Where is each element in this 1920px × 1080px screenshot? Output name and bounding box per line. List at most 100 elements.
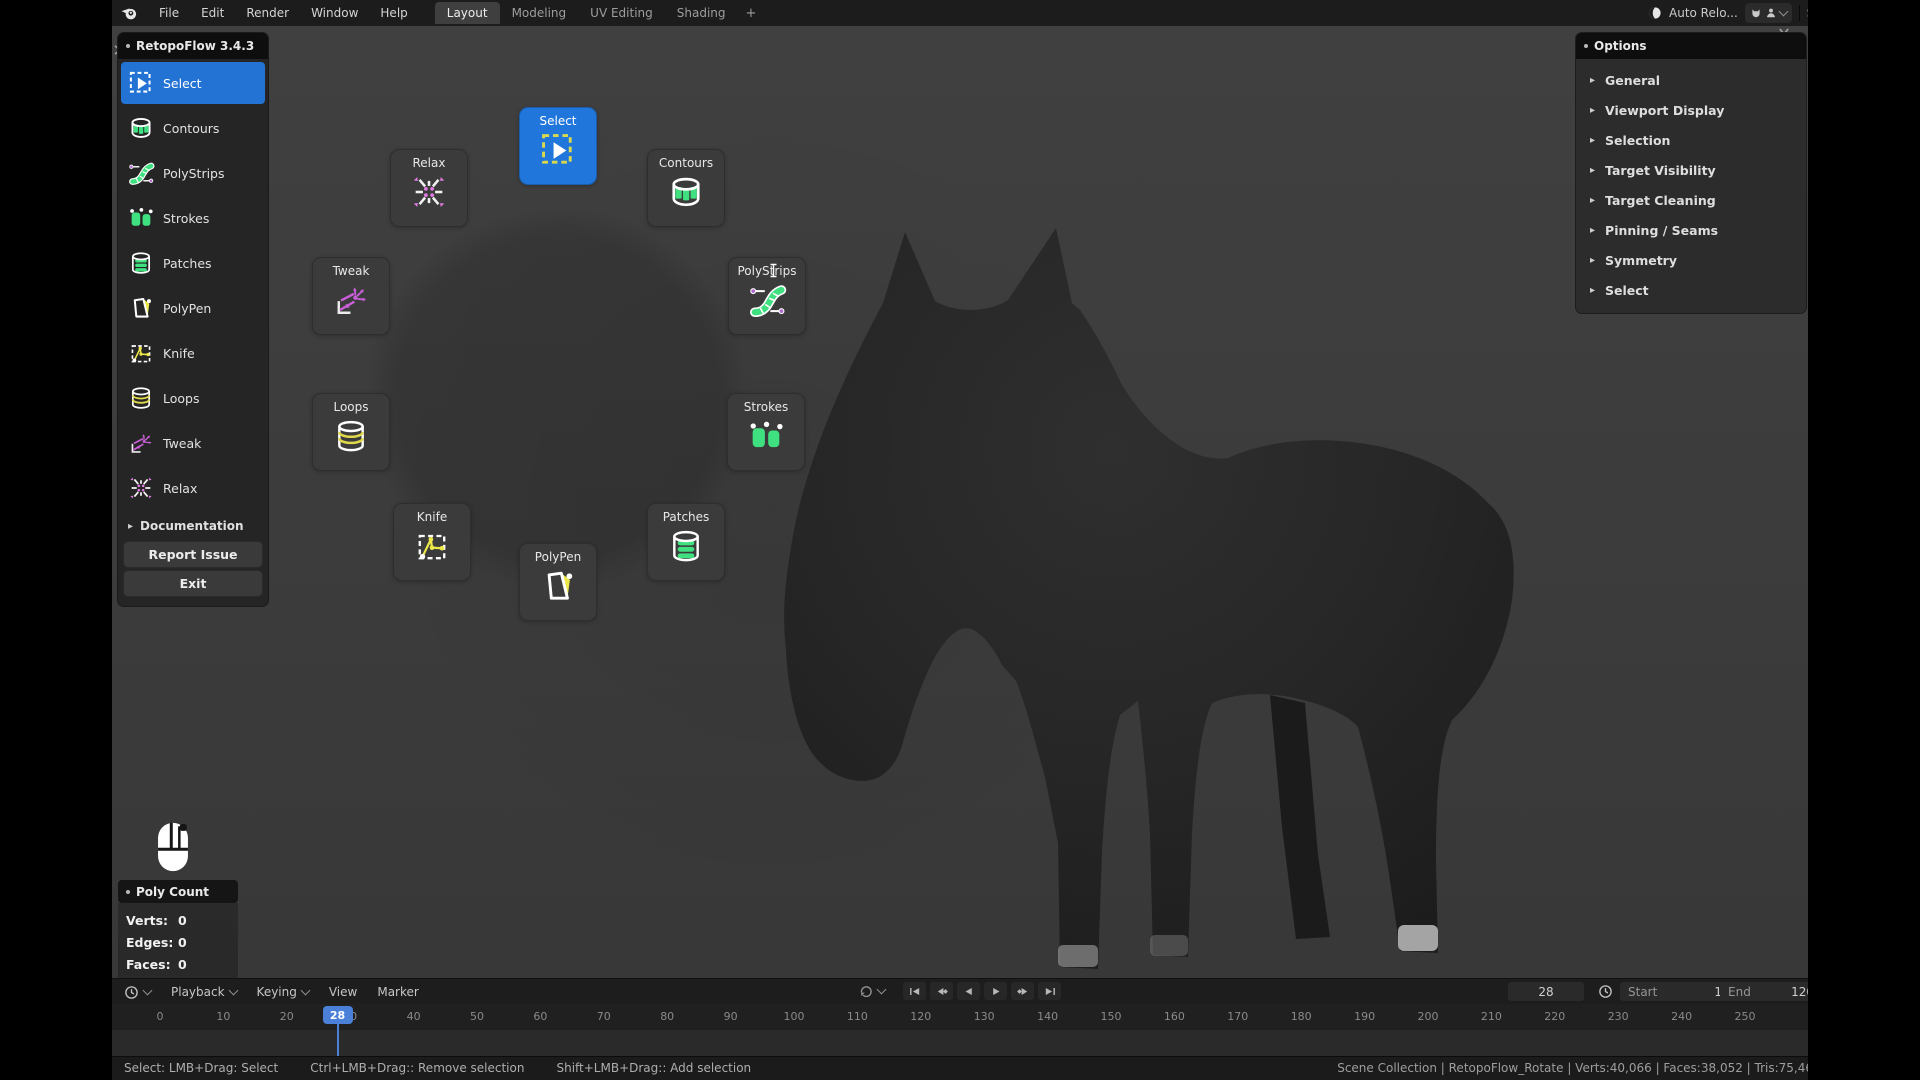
ruler-tick: 120 xyxy=(910,1010,931,1023)
tab-modeling[interactable]: Modeling xyxy=(500,2,579,24)
chevron-down-icon xyxy=(300,986,310,996)
retopoflow-title: RetopoFlow 3.4.3 xyxy=(136,39,254,53)
text-cursor-icon xyxy=(769,263,778,278)
pie-polystrips-button[interactable]: PolyStrips xyxy=(728,257,806,335)
ruler-tick: 60 xyxy=(533,1010,547,1023)
documentation-expander[interactable]: ▸ Documentation xyxy=(118,514,268,538)
sync-icon[interactable] xyxy=(858,983,874,999)
editor-type-selector[interactable] xyxy=(112,985,161,1000)
tool-polypen[interactable]: PolyPen xyxy=(121,287,265,329)
contours-icon xyxy=(666,172,706,212)
hint-add-selection: Shift+LMB+Drag:: Add selection xyxy=(556,1061,751,1075)
start-frame-field[interactable]: Start 1 xyxy=(1620,982,1730,1001)
pie-patches-label: Patches xyxy=(663,510,710,524)
auto-keyframe-clock-icon[interactable] xyxy=(1598,984,1613,999)
pie-knife-button[interactable]: Knife xyxy=(393,503,471,581)
divider xyxy=(1799,5,1800,21)
pie-contours-button[interactable]: Contours xyxy=(647,149,725,227)
play-button[interactable] xyxy=(984,982,1007,1000)
jump-to-start-button[interactable] xyxy=(903,982,926,1000)
menu-render[interactable]: Render xyxy=(235,2,300,24)
tool-label: Select xyxy=(163,76,202,91)
relax-icon xyxy=(409,172,449,212)
tool-knife[interactable]: Knife xyxy=(121,332,265,374)
options-item-target-cleaning[interactable]: ▸Target Cleaning xyxy=(1576,185,1806,215)
pie-select-button[interactable]: Select xyxy=(519,107,597,185)
menu-window[interactable]: Window xyxy=(300,2,369,24)
timeline-menu-keying[interactable]: Keying xyxy=(247,985,319,999)
options-item-label: Symmetry xyxy=(1605,253,1677,268)
options-item-general[interactable]: ▸General xyxy=(1576,65,1806,95)
add-workspace-button[interactable]: + xyxy=(738,4,765,23)
ruler-tick: 160 xyxy=(1164,1010,1185,1023)
scene-selector[interactable] xyxy=(1745,3,1792,23)
menu-help[interactable]: Help xyxy=(369,2,418,24)
contours-icon xyxy=(127,114,155,142)
current-frame-field[interactable]: 28 xyxy=(1508,982,1584,1001)
ruler-tick: 170 xyxy=(1227,1010,1248,1023)
options-item-pinning-seams[interactable]: ▸Pinning / Seams xyxy=(1576,215,1806,245)
playhead[interactable]: 28 xyxy=(323,1006,353,1024)
ruler-tick: 0 xyxy=(157,1010,164,1023)
ruler-tick: 250 xyxy=(1735,1010,1756,1023)
menu-edit[interactable]: Edit xyxy=(190,2,235,24)
report-issue-button[interactable]: Report Issue xyxy=(124,542,262,567)
timeline-ruler[interactable]: 0102030405060708090100110120130140150160… xyxy=(112,1004,1808,1030)
ruler-tick: 190 xyxy=(1354,1010,1375,1023)
tool-select[interactable]: Select xyxy=(121,62,265,104)
timeline-menu-marker[interactable]: Marker xyxy=(367,985,428,999)
ruler-tick: 110 xyxy=(847,1010,868,1023)
blender-logo-icon[interactable] xyxy=(120,4,138,22)
ruler-tick: 130 xyxy=(974,1010,995,1023)
pie-strokes-button[interactable]: Strokes xyxy=(727,393,805,471)
options-item-symmetry[interactable]: ▸Symmetry xyxy=(1576,245,1806,275)
next-keyframe-button[interactable] xyxy=(1011,982,1034,1000)
pie-relax-button[interactable]: Relax xyxy=(390,149,468,227)
previous-keyframe-button[interactable] xyxy=(930,982,953,1000)
strokes-icon xyxy=(746,416,786,456)
pie-loops-button[interactable]: Loops xyxy=(312,393,390,471)
tool-relax[interactable]: Relax xyxy=(121,467,265,509)
options-item-select[interactable]: ▸Select xyxy=(1576,275,1806,305)
retopoflow-panel-header[interactable]: RetopoFlow 3.4.3 xyxy=(118,33,268,59)
ruler-tick: 230 xyxy=(1608,1010,1629,1023)
jump-to-end-button[interactable] xyxy=(1038,982,1061,1000)
options-panel-header[interactable]: Options xyxy=(1576,33,1806,59)
options-item-selection[interactable]: ▸Selection xyxy=(1576,125,1806,155)
options-item-target-visibility[interactable]: ▸Target Visibility xyxy=(1576,155,1806,185)
options-item-label: Selection xyxy=(1605,133,1670,148)
retopoflow-tool-list: Select Contours PolyStrips Strokes Patch… xyxy=(118,59,268,514)
tab-layout[interactable]: Layout xyxy=(435,2,500,24)
pie-polypen-button[interactable]: PolyPen xyxy=(519,543,597,621)
pie-patches-button[interactable]: Patches xyxy=(647,503,725,581)
menu-file[interactable]: File xyxy=(148,2,190,24)
exit-button[interactable]: Exit xyxy=(124,571,262,596)
playback-controls xyxy=(858,982,1061,1000)
ruler-tick: 20 xyxy=(280,1010,294,1023)
hint-select: Select: LMB+Drag: Select xyxy=(124,1061,278,1075)
options-item-viewport-display[interactable]: ▸Viewport Display xyxy=(1576,95,1806,125)
options-item-label: Target Cleaning xyxy=(1605,193,1716,208)
timeline-menu-playback[interactable]: Playback xyxy=(161,985,247,999)
play-reverse-button[interactable] xyxy=(957,982,980,1000)
tool-polystrips[interactable]: PolyStrips xyxy=(121,152,265,194)
tab-uv-editing[interactable]: UV Editing xyxy=(578,2,665,24)
ruler-tick: 50 xyxy=(470,1010,484,1023)
timeline-track[interactable] xyxy=(112,1030,1808,1056)
chevron-down-icon[interactable] xyxy=(877,985,887,995)
tool-patches[interactable]: Patches xyxy=(121,242,265,284)
pie-loops-label: Loops xyxy=(333,400,368,414)
options-title: Options xyxy=(1594,39,1647,53)
tool-strokes[interactable]: Strokes xyxy=(121,197,265,239)
tool-label: Strokes xyxy=(163,211,209,226)
tool-contours[interactable]: Contours xyxy=(121,107,265,149)
select-icon xyxy=(538,130,578,170)
poly-count-header[interactable]: Poly Count xyxy=(118,880,238,903)
end-frame-field[interactable]: End 120 xyxy=(1720,982,1808,1001)
timeline-menu-view[interactable]: View xyxy=(319,985,367,999)
tool-loops[interactable]: Loops xyxy=(121,377,265,419)
tool-tweak[interactable]: Tweak xyxy=(121,422,265,464)
poly-count-body: Verts:0 Edges:0 Faces:0 xyxy=(118,903,238,981)
tab-shading[interactable]: Shading xyxy=(665,2,738,24)
pie-tweak-button[interactable]: Tweak xyxy=(312,257,390,335)
